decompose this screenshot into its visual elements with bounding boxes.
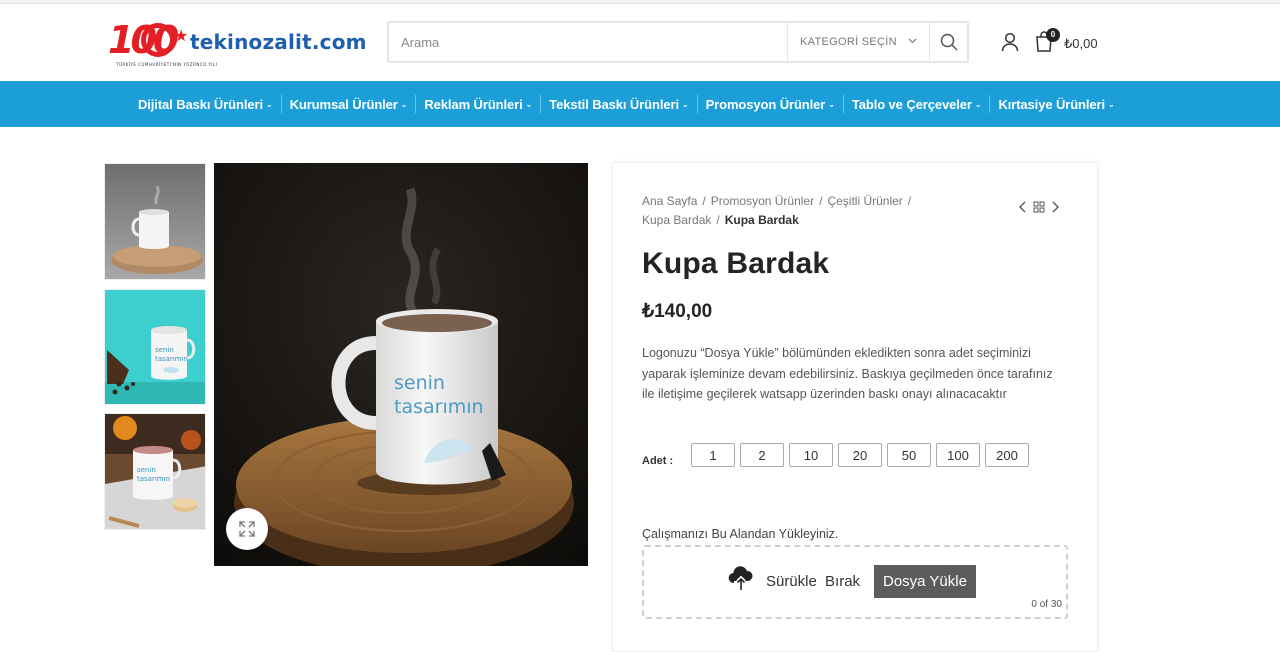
- chevron-down-icon: ⌄: [828, 99, 835, 109]
- chevron-down-icon: ⌄: [681, 99, 689, 109]
- chevron-down-icon: ⌄: [525, 99, 533, 109]
- logo-star-icon: ★: [174, 26, 189, 45]
- quantity-option[interactable]: 10: [789, 443, 833, 467]
- logo-tagline: TÜRKİYE CUMHURİYETİ'NİN YÜZÜNCÜ YILI: [116, 62, 218, 67]
- category-select[interactable]: KATEGORİ SEÇİN: [787, 23, 929, 61]
- quantity-option[interactable]: 20: [838, 443, 882, 467]
- nav-item-label: Tekstil Baskı Ürünleri: [549, 96, 679, 112]
- chevron-down-icon: ⌄: [1108, 99, 1115, 109]
- site-logo[interactable]: 100 ★ tekinozalit.com TÜRKİYE CUMHURİYET…: [108, 18, 367, 74]
- grid-icon[interactable]: [1033, 201, 1045, 213]
- product-price: ₺140,00: [642, 301, 713, 322]
- chevron-left-icon[interactable]: [1019, 201, 1027, 213]
- product-navigation: [1019, 201, 1059, 213]
- nav-item-7[interactable]: Kırtasiye Ürünleri ⌄: [990, 95, 1122, 113]
- breadcrumb: Ana Sayfa / Promosyon Ürünler / Çeşitli Ürün…: [642, 194, 912, 227]
- site-header: 100 ★ tekinozalit.com TÜRKİYE CUMHURİYET…: [0, 4, 1280, 81]
- breadcrumb-kupa-category[interactable]: Kupa Bardak: [642, 213, 711, 227]
- thumbnail-1[interactable]: [104, 163, 206, 280]
- quantity-options: 1 2 10 20 50 100 200: [691, 443, 1029, 467]
- breadcrumb-home[interactable]: Ana Sayfa: [642, 194, 697, 208]
- nav-item-2[interactable]: Kurumsal Ürünler ⌄: [282, 95, 417, 113]
- cart-count-badge: 0: [1046, 28, 1060, 42]
- svg-text:tasarımın: tasarımın: [137, 475, 170, 483]
- main-product-image[interactable]: senin tasarımın: [214, 163, 588, 566]
- thumbnail-2[interactable]: senin tasarımın: [104, 289, 206, 405]
- nav-item-5[interactable]: Promosyon Ürünler ⌄: [698, 95, 844, 113]
- breadcrumb-current: Kupa Bardak: [724, 213, 799, 227]
- breadcrumb-cesitli[interactable]: Çeşitli Ürünler: [827, 194, 902, 208]
- quantity-option[interactable]: 2: [740, 443, 784, 467]
- chevron-down-icon: ⌄: [974, 99, 982, 109]
- svg-text:senin: senin: [137, 466, 156, 474]
- search-icon: [940, 33, 958, 51]
- mug-on-wood-image: senin tasarımın: [214, 163, 588, 566]
- search-button[interactable]: [929, 23, 967, 61]
- upload-file-button[interactable]: Dosya Yükle: [874, 565, 976, 598]
- nav-list: Dijital Baskı Ürünleri ⌄ Kurumsal Ürünler ⌄…: [130, 81, 1123, 127]
- nav-item-label: Dijital Baskı Ürünleri: [138, 96, 263, 112]
- chevron-down-icon: [908, 36, 917, 46]
- svg-text:senin: senin: [155, 346, 174, 354]
- quantity-option[interactable]: 100: [936, 443, 980, 467]
- nav-item-label: Reklam Ürünleri: [424, 96, 523, 112]
- main-navigation: Dijital Baskı Ürünleri ⌄ Kurumsal Ürünler ⌄…: [0, 81, 1280, 127]
- file-counter: 0 of 30: [1031, 599, 1062, 610]
- chevron-down-icon: ⌄: [400, 99, 408, 109]
- nav-item-1[interactable]: Dijital Baskı Ürünleri ⌄: [130, 95, 282, 113]
- quantity-option[interactable]: 200: [985, 443, 1029, 467]
- dropzone-text: Sürükle Bırak: [766, 573, 861, 590]
- product-description: Logonuzu “Dosya Yükle” bölümünden ekledi…: [642, 346, 1053, 401]
- nav-item-label: Kurumsal Ürünler: [289, 96, 398, 112]
- search-bar: KATEGORİ SEÇİN: [387, 21, 969, 63]
- mug-print-line1: senin: [394, 372, 445, 394]
- quantity-option[interactable]: 50: [887, 443, 931, 467]
- thumbnail-mug-gray-image: [105, 164, 205, 279]
- zoom-button[interactable]: [226, 508, 268, 550]
- product-summary: Ana Sayfa / Promosyon Ürünler / Çeşitli Ürün…: [612, 162, 1098, 652]
- file-dropzone[interactable]: Sürükle Bırak Dosya Yükle 0 of 30: [642, 545, 1068, 619]
- nav-item-4[interactable]: Tekstil Baskı Ürünleri ⌄: [541, 95, 698, 113]
- thumbnail-3[interactable]: senin tasarımın: [104, 413, 206, 530]
- chevron-down-icon: ⌄: [265, 99, 273, 109]
- chevron-right-icon[interactable]: [1051, 201, 1059, 213]
- thumbnail-mug-turquoise-image: senin tasarımın: [105, 290, 205, 404]
- search-input[interactable]: [389, 23, 787, 61]
- thumbnail-mug-autumn-image: senin tasarımın: [105, 414, 205, 529]
- svg-text:tasarımın: tasarımın: [155, 355, 188, 363]
- cart-total[interactable]: ₺0,00: [1064, 36, 1098, 52]
- quantity-label: Adet :: [642, 455, 674, 467]
- quantity-option[interactable]: 1: [691, 443, 735, 467]
- breadcrumb-promosyon[interactable]: Promosyon Ürünler: [711, 194, 814, 208]
- upload-label: Çalışmanızı Bu Alandan Yükleyiniz.: [642, 527, 839, 541]
- nav-item-3[interactable]: Reklam Ürünleri ⌄: [416, 95, 542, 113]
- expand-icon: [239, 521, 255, 537]
- product-title: Kupa Bardak: [642, 247, 830, 280]
- nav-item-6[interactable]: Tablo ve Çerçeveler ⌄: [844, 95, 991, 113]
- nav-item-label: Promosyon Ürünler: [705, 96, 826, 112]
- logo-ring: [141, 23, 175, 57]
- mug-print-line2: tasarımın: [394, 396, 484, 418]
- account-button[interactable]: [1000, 32, 1022, 54]
- nav-item-label: Tablo ve Çerçeveler: [851, 96, 972, 112]
- logo-site-name: tekinozalit.com: [190, 30, 367, 54]
- category-select-label: KATEGORİ SEÇİN: [800, 36, 897, 48]
- nav-item-label: Kırtasiye Ürünleri: [998, 96, 1106, 112]
- cloud-upload-icon: [728, 566, 753, 590]
- user-icon: [1001, 32, 1019, 52]
